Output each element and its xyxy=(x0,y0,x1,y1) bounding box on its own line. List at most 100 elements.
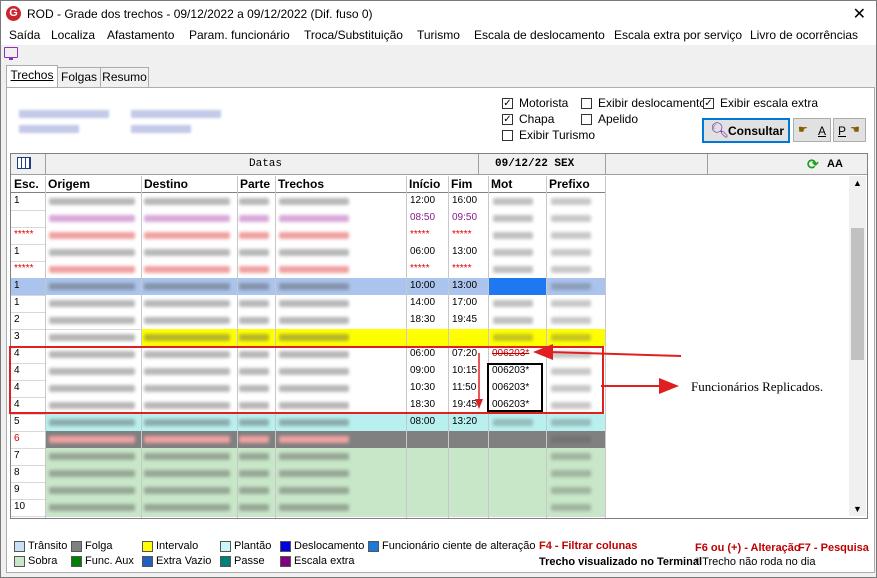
table-row[interactable]: ***** ***** ***** xyxy=(11,261,605,279)
scroll-thumb[interactable] xyxy=(851,228,864,360)
exibir-turismo-checkbox[interactable] xyxy=(502,130,513,141)
date-label: 09/12/22 SEX xyxy=(495,158,575,170)
calendar-icon[interactable] xyxy=(17,157,31,169)
col-parte[interactable]: Parte xyxy=(240,177,270,191)
redacted-cell xyxy=(239,215,269,222)
menu-afastamento[interactable]: Afastamento xyxy=(107,28,174,42)
esc-cell: 2 xyxy=(14,314,20,325)
menu-livro-ocorrencias[interactable]: Livro de ocorrências xyxy=(750,28,858,42)
redacted-cell xyxy=(551,419,591,426)
table-row[interactable]: 1 12:00 16:00 xyxy=(11,193,605,211)
col-prefixo[interactable]: Prefixo xyxy=(549,177,590,191)
legend-label: Escala extra xyxy=(294,555,355,567)
exibir-escala-extra-checkbox[interactable]: ✓ xyxy=(703,98,714,109)
redacted-cell xyxy=(144,453,230,460)
redacted-cell xyxy=(279,266,349,273)
redacted-cell xyxy=(144,334,230,341)
table-row[interactable]: 9 xyxy=(11,482,605,500)
col-origem[interactable]: Origem xyxy=(48,177,90,191)
scroll-down-icon[interactable]: ▼ xyxy=(853,504,862,514)
table-row[interactable]: 08:50 09:50 xyxy=(11,210,605,228)
redacted-cell xyxy=(493,300,533,307)
scroll-up-icon[interactable]: ▲ xyxy=(853,178,862,188)
redacted-cell xyxy=(49,453,135,460)
fim-cell: 09:50 xyxy=(452,212,478,223)
inicio-cell: ***** xyxy=(410,263,430,274)
ordenar-a-button[interactable]: ☛ A xyxy=(793,118,831,142)
col-esc[interactable]: Esc. xyxy=(14,177,39,191)
refresh-icon[interactable]: ⟳ xyxy=(807,156,819,173)
main-window: G ROD - Grade dos trechos - 09/12/2022 a… xyxy=(0,0,877,578)
menu-escala-deslocamento[interactable]: Escala de deslocamento xyxy=(474,28,605,42)
redacted-cell xyxy=(144,266,230,273)
apelido-checkbox[interactable] xyxy=(581,114,592,125)
col-destino[interactable]: Destino xyxy=(144,177,188,191)
esc-cell: ***** xyxy=(14,263,34,274)
f7-hint: F7 - Pesquisa xyxy=(798,542,869,554)
font-size-icon[interactable]: AA xyxy=(827,158,843,170)
redacted-cell xyxy=(551,487,591,494)
table-row[interactable]: ***** ***** ***** xyxy=(11,227,605,245)
inicio-cell: 06:00 xyxy=(410,246,436,257)
tab-folgas[interactable]: Folgas xyxy=(57,67,101,87)
fim-cell: 13:00 xyxy=(452,246,478,257)
exibir-deslocamento-label: Exibir deslocamento xyxy=(598,96,707,110)
menu-troca-substituicao[interactable]: Troca/Substituição xyxy=(304,28,403,42)
legend-label: Plantão xyxy=(234,540,272,552)
table-row[interactable]: 1 14:00 17:00 xyxy=(11,295,605,313)
table-row[interactable]: 1 06:00 13:00 xyxy=(11,244,605,262)
legend-swatch xyxy=(14,541,25,552)
fim-cell: ***** xyxy=(452,263,472,274)
selected-mot-cell[interactable] xyxy=(489,278,546,295)
table-row[interactable]: 5 08:00 13:20 xyxy=(11,414,605,432)
tab-trechos-label: Trechos xyxy=(10,68,54,82)
redacted-cell xyxy=(49,470,135,477)
close-button[interactable]: ✕ xyxy=(853,4,866,24)
inicio-cell: 14:00 xyxy=(410,297,436,308)
monitor-icon[interactable] xyxy=(4,47,18,60)
table-row[interactable]: 8 xyxy=(11,465,605,483)
tab-resumo[interactable]: Resumo xyxy=(100,67,149,87)
redacted-cell xyxy=(551,283,591,290)
vertical-scrollbar[interactable]: ▲ ▼ xyxy=(849,176,866,516)
column-header-row: Esc. Origem Destino Parte Trechos Início… xyxy=(11,176,605,193)
motorista-label: Motorista xyxy=(519,96,569,110)
col-fim[interactable]: Fim xyxy=(451,177,472,191)
redacted-cell xyxy=(144,300,230,307)
redacted-cell xyxy=(49,436,135,443)
table-row[interactable]: 10 xyxy=(11,499,605,517)
legend-label: Func. Aux xyxy=(85,555,134,567)
table-row[interactable]: 2 18:30 19:45 xyxy=(11,312,605,330)
menu-localiza[interactable]: Localiza xyxy=(51,28,95,42)
ordenar-p-button[interactable]: P ☚ xyxy=(833,118,866,142)
redacted-cell xyxy=(144,487,230,494)
col-mot[interactable]: Mot xyxy=(491,177,512,191)
motorista-checkbox[interactable]: ✓ xyxy=(502,98,513,109)
menu-param-funcionario[interactable]: Param. funcionário xyxy=(189,28,290,42)
redacted-cell xyxy=(239,249,269,256)
exibir-deslocamento-checkbox[interactable] xyxy=(581,98,592,109)
redacted-cell xyxy=(493,232,533,239)
redacted-info xyxy=(19,110,109,118)
fim-cell: 13:20 xyxy=(452,416,478,427)
exibir-turismo-label: Exibir Turismo xyxy=(519,128,596,142)
redacted-cell xyxy=(551,300,591,307)
legend-swatch xyxy=(220,556,231,567)
redacted-cell xyxy=(493,198,533,205)
redacted-cell xyxy=(49,198,135,205)
col-inicio[interactable]: Início xyxy=(409,177,440,191)
menu-saida[interactable]: Saída xyxy=(9,28,40,42)
menu-escala-extra[interactable]: Escala extra por serviço xyxy=(614,28,742,42)
col-trechos[interactable]: Trechos xyxy=(278,177,324,191)
redacted-cell xyxy=(551,470,591,477)
redacted-cell xyxy=(279,283,349,290)
consultar-button[interactable]: 🔍︎ Consultar xyxy=(702,118,790,143)
menu-turismo[interactable]: Turismo xyxy=(417,28,460,42)
inicio-cell: ***** xyxy=(410,229,430,240)
tab-trechos[interactable]: Trechos xyxy=(6,65,58,88)
legend-swatch xyxy=(142,556,153,567)
chapa-checkbox[interactable]: ✓ xyxy=(502,114,513,125)
table-row[interactable]: 6 xyxy=(11,431,605,449)
table-row[interactable]: 7 xyxy=(11,448,605,466)
legend-swatch xyxy=(220,541,231,552)
